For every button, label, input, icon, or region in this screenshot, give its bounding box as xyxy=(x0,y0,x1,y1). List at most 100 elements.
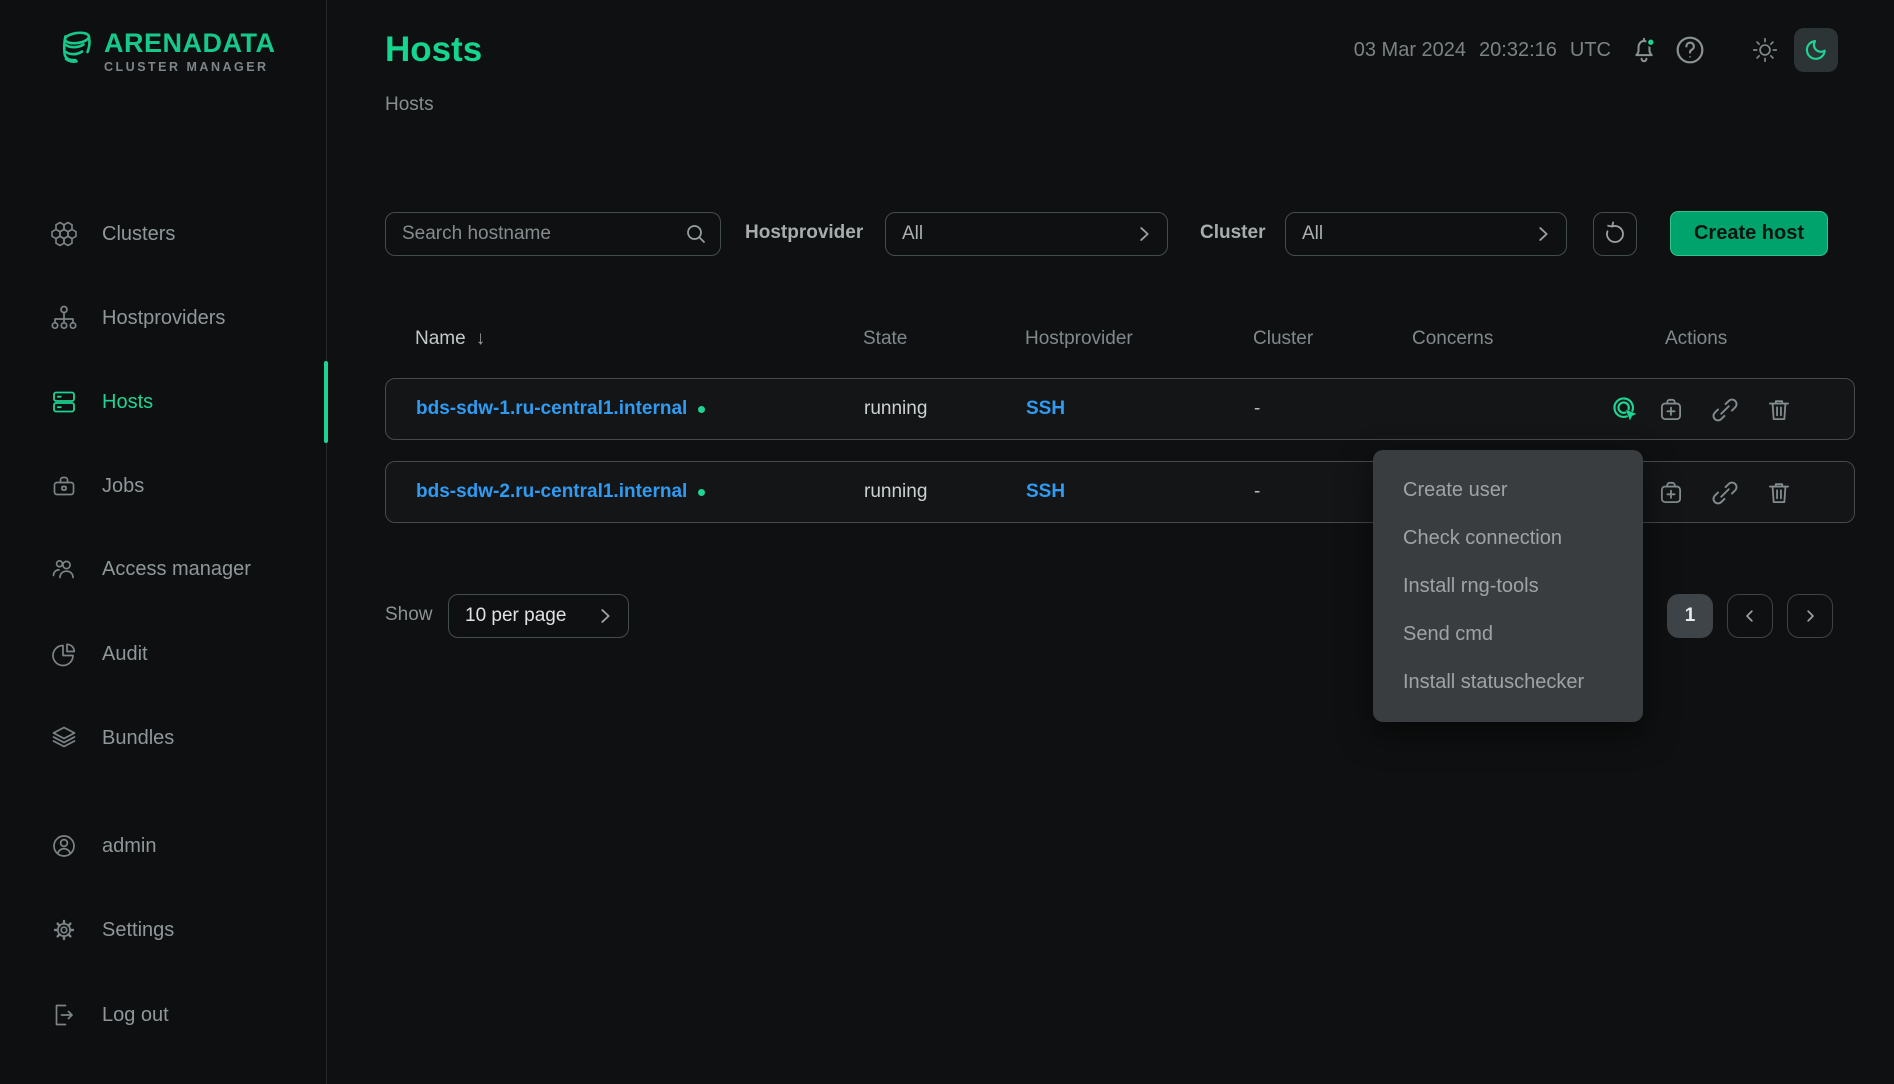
host-name-link[interactable]: bds-sdw-2.ru-central1.internal xyxy=(416,481,687,503)
run-action-icon xyxy=(1611,395,1647,425)
table-row: bds-sdw-1.ru-central1.internal running S… xyxy=(385,378,1855,440)
host-state: running xyxy=(864,379,927,439)
menu-item-create-user[interactable]: Create user xyxy=(1373,466,1643,514)
cluster-filter-select[interactable]: All xyxy=(1285,212,1567,256)
chevron-left-icon xyxy=(1741,607,1759,625)
help-icon xyxy=(1672,32,1708,68)
maintenance-mode-button[interactable] xyxy=(1656,475,1692,511)
create-host-button[interactable]: Create host xyxy=(1670,211,1828,256)
sidebar-item-label: Audit xyxy=(102,643,148,666)
access-manager-icon xyxy=(50,555,78,583)
bundles-icon xyxy=(50,724,78,752)
sidebar-item-settings[interactable]: Settings xyxy=(0,906,327,954)
moon-icon xyxy=(1803,37,1829,63)
sidebar-item-access-manager[interactable]: Access manager xyxy=(0,545,327,593)
link-icon xyxy=(1710,478,1746,508)
menu-item-install-rng-tools[interactable]: Install rng-tools xyxy=(1373,562,1643,610)
show-label: Show xyxy=(385,604,433,626)
sidebar-item-admin[interactable]: admin xyxy=(0,822,327,870)
maintenance-case-plus-icon xyxy=(1656,395,1692,425)
arenadata-cluster-manager-app: ARENADATA CLUSTER MANAGER Clusters Hostp… xyxy=(0,0,1894,1084)
next-page-button[interactable] xyxy=(1787,594,1833,638)
run-action-button[interactable] xyxy=(1611,392,1647,428)
jobs-icon xyxy=(50,472,78,500)
sun-icon xyxy=(1750,35,1780,65)
brand-subtitle: CLUSTER MANAGER xyxy=(104,60,275,74)
hostprovider-filter-select[interactable]: All xyxy=(885,212,1168,256)
search-hostname-input[interactable] xyxy=(385,212,721,256)
cluster-filter-value: All xyxy=(1302,223,1323,245)
clock-date: 03 Mar 2024 xyxy=(1354,39,1466,62)
chevron-right-icon xyxy=(1801,607,1819,625)
refresh-button[interactable] xyxy=(1593,212,1637,256)
sidebar-item-label: Bundles xyxy=(102,727,174,750)
host-cluster: - xyxy=(1254,462,1260,522)
sidebar-item-hostproviders[interactable]: Hostproviders xyxy=(0,294,327,342)
chevron-right-icon xyxy=(594,605,616,627)
column-header-cluster: Cluster xyxy=(1253,328,1313,350)
hosts-icon xyxy=(50,388,78,416)
sidebar-item-label: Hosts xyxy=(102,391,153,414)
hostprovider-link[interactable]: SSH xyxy=(1026,481,1065,503)
sidebar-item-label: Hostproviders xyxy=(102,307,225,330)
maintenance-case-plus-icon xyxy=(1656,478,1692,508)
column-header-actions: Actions xyxy=(1665,328,1727,350)
column-header-concerns: Concerns xyxy=(1412,328,1493,350)
sidebar-item-logout[interactable]: Log out xyxy=(0,991,327,1039)
delete-host-button[interactable] xyxy=(1764,392,1800,428)
logout-icon xyxy=(50,1001,78,1029)
sidebar: ARENADATA CLUSTER MANAGER Clusters Hostp… xyxy=(0,0,327,1084)
clock-timezone: UTC xyxy=(1570,39,1611,62)
sidebar-item-label: Settings xyxy=(102,919,174,942)
hostprovider-filter-label: Hostprovider xyxy=(745,222,863,244)
database-stack-icon xyxy=(58,28,98,72)
status-dot-icon xyxy=(698,489,705,496)
sidebar-item-audit[interactable]: Audit xyxy=(0,630,327,678)
host-state: running xyxy=(864,462,927,522)
column-header-hostprovider: Hostprovider xyxy=(1025,328,1133,350)
search-hostname-wrap xyxy=(385,212,721,256)
audit-icon xyxy=(50,640,78,668)
per-page-value: 10 per page xyxy=(465,605,566,627)
help-button[interactable] xyxy=(1672,32,1708,68)
sidebar-item-label: Log out xyxy=(102,1004,169,1027)
page-number-button[interactable]: 1 xyxy=(1667,594,1713,638)
sidebar-item-label: Clusters xyxy=(102,223,175,246)
column-header-state: State xyxy=(863,328,907,350)
sidebar-item-bundles[interactable]: Bundles xyxy=(0,714,327,762)
previous-page-button[interactable] xyxy=(1727,594,1773,638)
dark-theme-button[interactable] xyxy=(1794,28,1838,72)
menu-item-check-connection[interactable]: Check connection xyxy=(1373,514,1643,562)
sidebar-item-label: Jobs xyxy=(102,475,144,498)
hostprovider-filter-value: All xyxy=(902,223,923,245)
sidebar-item-hosts[interactable]: Hosts xyxy=(0,378,327,426)
run-action-context-menu: Create user Check connection Install rng… xyxy=(1373,450,1643,722)
maintenance-mode-button[interactable] xyxy=(1656,392,1692,428)
sort-desc-icon: ↓ xyxy=(476,328,486,350)
hostprovider-link[interactable]: SSH xyxy=(1026,398,1065,420)
breadcrumb[interactable]: Hosts xyxy=(385,94,434,116)
delete-host-button[interactable] xyxy=(1764,475,1800,511)
column-header-name[interactable]: Name ↓ xyxy=(415,328,485,350)
link-host-button[interactable] xyxy=(1710,475,1746,511)
link-icon xyxy=(1710,395,1746,425)
menu-item-install-statuschecker[interactable]: Install statuschecker xyxy=(1373,658,1643,706)
cluster-filter-label: Cluster xyxy=(1200,222,1265,244)
table-header: Name ↓ State Hostprovider Cluster Concer… xyxy=(385,322,1855,358)
per-page-select[interactable]: 10 per page xyxy=(448,594,629,638)
menu-item-send-cmd[interactable]: Send cmd xyxy=(1373,610,1643,658)
clock: 03 Mar 2024 20:32:16 UTC xyxy=(1354,39,1611,62)
gear-icon xyxy=(50,916,78,944)
link-host-button[interactable] xyxy=(1710,392,1746,428)
sidebar-item-label: Access manager xyxy=(102,558,251,581)
notifications-button[interactable] xyxy=(1627,32,1661,68)
sidebar-item-clusters[interactable]: Clusters xyxy=(0,210,327,258)
light-theme-button[interactable] xyxy=(1750,35,1780,65)
active-indicator-bar xyxy=(324,361,328,443)
host-name-link[interactable]: bds-sdw-1.ru-central1.internal xyxy=(416,398,687,420)
chevron-right-icon xyxy=(1133,223,1155,245)
clock-time: 20:32:16 xyxy=(1479,39,1557,62)
status-dot-icon xyxy=(698,406,705,413)
sidebar-item-jobs[interactable]: Jobs xyxy=(0,462,327,510)
brand-logo: ARENADATA CLUSTER MANAGER xyxy=(58,28,275,74)
